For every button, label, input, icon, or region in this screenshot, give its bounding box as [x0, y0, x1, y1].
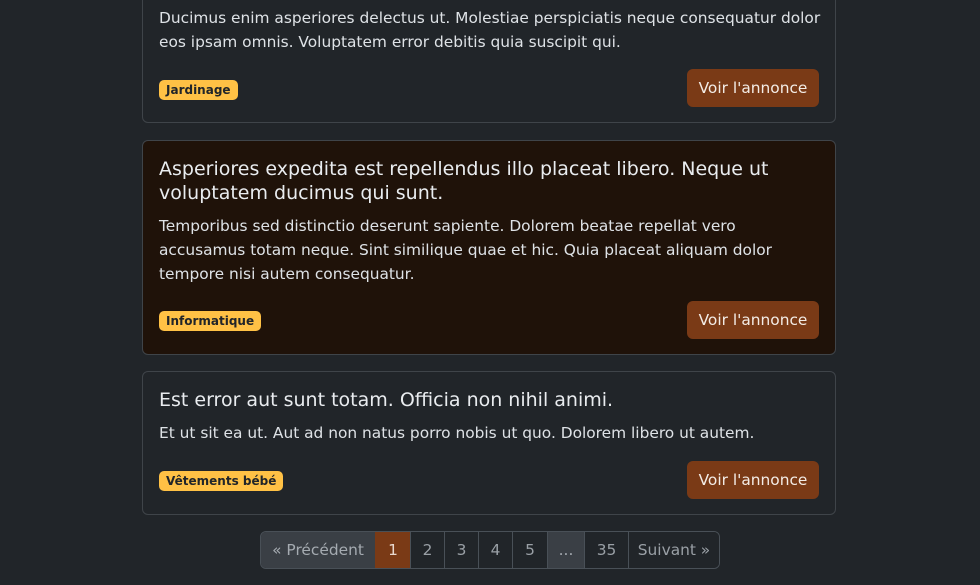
listing-title[interactable]: Asperiores expedita est repellendus illo…	[159, 157, 795, 205]
listing-title[interactable]: Est error aut sunt totam. Officia non ni…	[159, 388, 795, 412]
category-badge: Informatique	[159, 311, 262, 331]
category-badge: Vêtements bébé	[159, 471, 284, 491]
next-page-link[interactable]: Suivant »	[628, 532, 719, 568]
previous-page-link: « Précédent	[261, 532, 375, 568]
listing-description: Ducimus enim asperiores delectus ut. Mol…	[159, 9, 821, 51]
listing-description: Et ut sit ea ut. Aut ad non natus porro …	[159, 424, 755, 442]
pagination: « Précédent 1 2 3 4 5 ... 35 Suivant »	[260, 531, 720, 569]
listing-card: Ducimus enim asperiores delectus ut. Mol…	[142, 0, 836, 123]
listing-card: Asperiores expedita est repellendus illo…	[142, 140, 836, 355]
page-link-2[interactable]: 2	[410, 532, 444, 568]
listing-page: Ducimus enim asperiores delectus ut. Mol…	[0, 0, 980, 585]
view-listing-button[interactable]: Voir l'annonce	[687, 301, 819, 339]
listing-card: Est error aut sunt totam. Officia non ni…	[142, 371, 836, 515]
page-link-5[interactable]: 5	[512, 532, 547, 568]
pagination-ellipsis: ...	[547, 532, 584, 568]
category-badge: Jardinage	[159, 80, 238, 100]
page-link-3[interactable]: 3	[444, 532, 478, 568]
page-link-4[interactable]: 4	[478, 532, 512, 568]
page-link-1[interactable]: 1	[375, 532, 410, 568]
page-link-35[interactable]: 35	[584, 532, 628, 568]
view-listing-button[interactable]: Voir l'annonce	[687, 461, 819, 499]
listing-description: Temporibus sed distinctio deserunt sapie…	[159, 217, 772, 283]
view-listing-button[interactable]: Voir l'annonce	[687, 69, 819, 107]
